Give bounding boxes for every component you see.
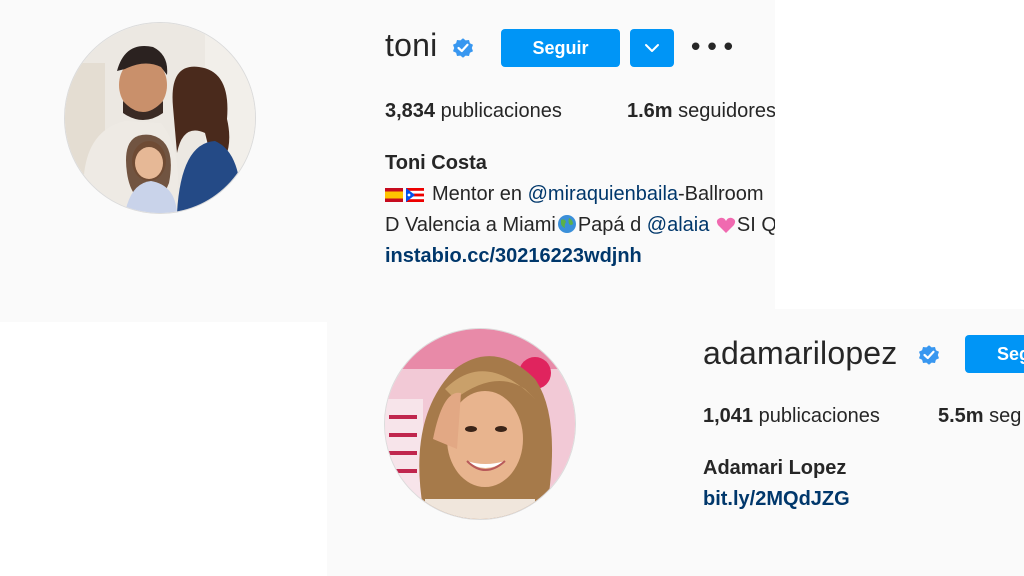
more-options-button[interactable]: ••• xyxy=(688,33,736,63)
posts-label: publicaciones xyxy=(758,405,880,427)
chevron-down-icon xyxy=(645,44,659,52)
heart-icon xyxy=(716,217,736,233)
profile-header-toni: toni Seguir ••• 3,834 publicaciones 1.6m… xyxy=(0,0,775,322)
bio-text-papa: Papá d xyxy=(577,214,642,236)
posts-label: publicaciones xyxy=(440,100,562,122)
followers-stat[interactable]: 5.5m seg xyxy=(938,405,1021,428)
suggested-dropdown-button[interactable] xyxy=(630,29,674,67)
bio-text-rest: -Ballroom xyxy=(678,183,764,205)
posts-stat: 3,834 publicaciones xyxy=(385,100,562,123)
avatar-photo-icon xyxy=(65,23,255,213)
username: toni xyxy=(385,27,438,63)
posts-stat: 1,041 publicaciones xyxy=(703,405,880,428)
globe-icon xyxy=(557,215,576,233)
profile-avatar-adamarilopez[interactable] xyxy=(384,328,576,520)
website-link[interactable]: bit.ly/2MQdJZG xyxy=(703,488,850,511)
verified-badge-icon xyxy=(453,38,473,58)
bio-line-1: Mentor en @miraquienbaila-Ballroom xyxy=(385,183,764,206)
bio-text-origin: D Valencia a Miami xyxy=(385,214,556,236)
profile-avatar-toni[interactable] xyxy=(64,22,256,214)
bio-text: Mentor en xyxy=(432,183,523,205)
bio-text-end: SI Q xyxy=(736,214,775,236)
avatar-photo-icon xyxy=(385,329,575,519)
follow-button[interactable]: Seg xyxy=(965,335,1024,373)
website-link[interactable]: instabio.cc/30216223wdjnh xyxy=(385,245,642,268)
profile-header-adamarilopez: adamarilopez Seg 1,041 publicaciones 5.5… xyxy=(327,309,1024,576)
followers-label: seguidores xyxy=(678,100,775,122)
posts-count: 3,834 xyxy=(385,100,436,122)
followers-count: 1.6m xyxy=(627,100,673,122)
followers-label: seg xyxy=(989,405,1022,427)
verified-badge-icon xyxy=(919,345,939,365)
spain-flag-icon xyxy=(385,188,403,202)
full-name: Adamari Lopez xyxy=(703,457,847,479)
bio-line-2: D Valencia a Miami Papá d @alaia SI Q xyxy=(385,214,775,237)
mention-link-miraquienbaila[interactable]: @miraquienbaila xyxy=(528,183,678,205)
full-name: Toni Costa xyxy=(385,152,487,174)
posts-count: 1,041 xyxy=(703,405,754,427)
follow-button[interactable]: Seguir xyxy=(501,29,620,67)
mention-link-alaia[interactable]: @alaia xyxy=(647,214,710,236)
followers-stat[interactable]: 1.6m seguidores xyxy=(627,100,775,123)
username: adamarilopez xyxy=(703,335,898,371)
puerto-rico-flag-icon xyxy=(406,188,424,202)
followers-count: 5.5m xyxy=(938,405,984,427)
